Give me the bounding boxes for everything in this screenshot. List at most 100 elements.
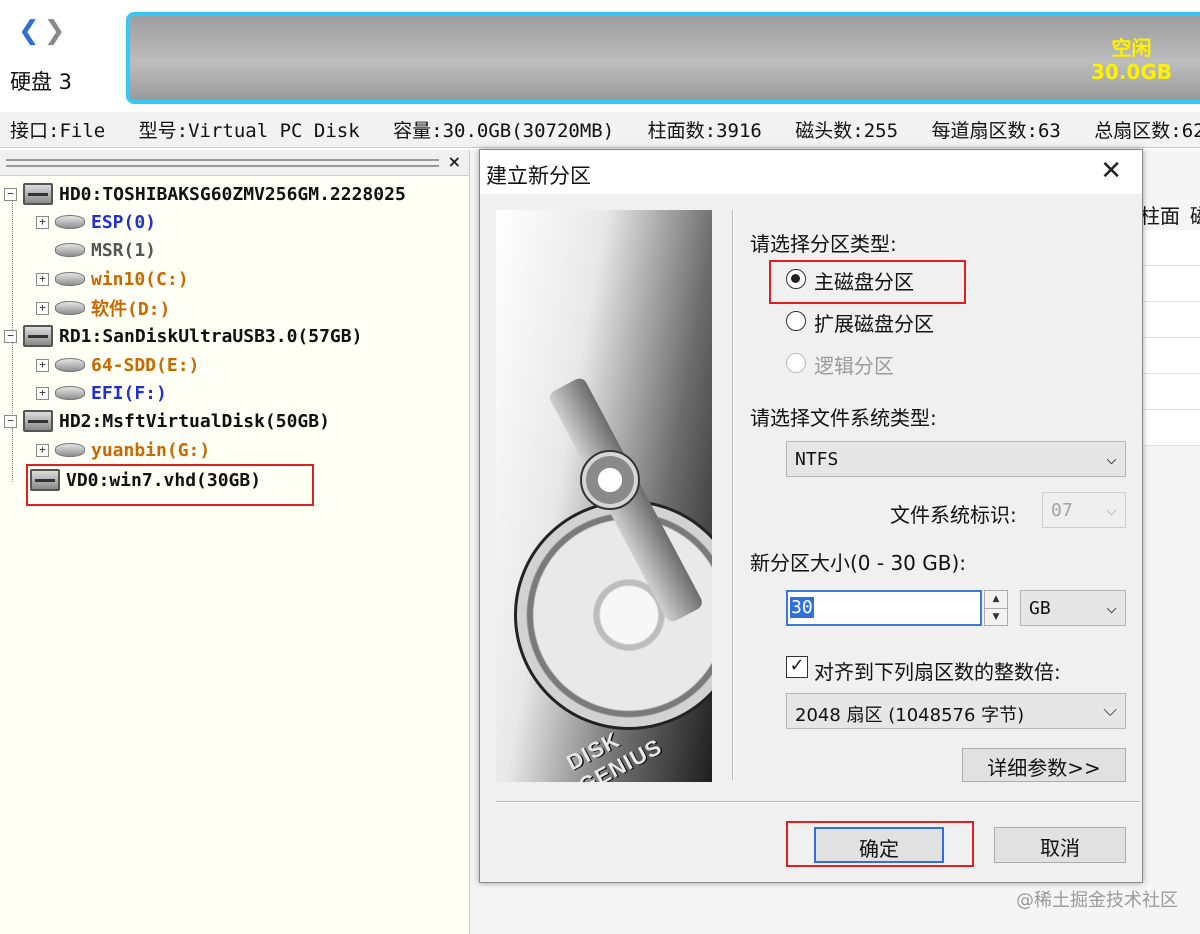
column-header-head[interactable]: 磁 xyxy=(1190,200,1200,229)
tree-node-d[interactable]: + 软件(D:) xyxy=(36,294,170,322)
info-capacity: 容量:30.0GB(30720MB) xyxy=(393,120,615,142)
expand-icon[interactable]: + xyxy=(36,358,49,372)
spin-up-icon[interactable]: ▲ xyxy=(985,591,1007,608)
free-space-text: 空闲 30.0GB xyxy=(1091,36,1172,84)
disk-map-bar: ❮❯ 硬盘 3 空闲 30.0GB xyxy=(0,0,1200,112)
align-label[interactable]: 对齐到下列扇区数的整数倍: xyxy=(814,656,1061,685)
tree-node-label: win10(C:) xyxy=(91,268,189,290)
forward-arrow-icon[interactable]: ❯ xyxy=(44,16,70,46)
filesystem-id-select: 07 ⌵ xyxy=(1042,492,1126,528)
logical-partition-label: 逻辑分区 xyxy=(814,354,894,378)
partition-icon xyxy=(55,272,85,286)
spin-down-icon[interactable]: ▼ xyxy=(985,608,1007,626)
partition-icon xyxy=(55,301,85,315)
info-model: 型号:Virtual PC Disk xyxy=(138,120,360,142)
tree-node-label: yuanbin(G:) xyxy=(91,439,211,461)
dialog-title: 建立新分区 xyxy=(486,164,591,188)
free-space-block[interactable]: 空闲 30.0GB xyxy=(126,12,1200,104)
hard-disk-icon xyxy=(23,410,53,432)
partition-icon xyxy=(55,443,85,457)
chevron-down-icon: ⌵ xyxy=(1106,448,1117,469)
chevron-down-icon: ⌵ xyxy=(1106,597,1117,618)
expand-icon[interactable]: + xyxy=(36,215,49,229)
tree-node-f[interactable]: + EFI(F:) xyxy=(36,379,167,407)
filesystem-type-prompt: 请选择文件系统类型: xyxy=(750,406,937,430)
chevron-down-icon: ⌵ xyxy=(1103,700,1117,721)
align-sectors-value: 2048 扇区 (1048576 字节) xyxy=(795,705,1025,726)
filesystem-id-label: 文件系统标识: xyxy=(890,503,1017,527)
tree-node-esp[interactable]: + ESP(0) xyxy=(36,208,156,236)
tree-node-label: EFI(F:) xyxy=(91,382,167,404)
panel-grip[interactable] xyxy=(6,159,439,167)
collapse-icon[interactable]: − xyxy=(4,414,17,428)
tree-node-label: HD0:TOSHIBAKSG60ZMV256GM.2228025 xyxy=(59,183,406,205)
free-label: 空闲 xyxy=(1111,36,1152,60)
divider xyxy=(732,210,734,780)
divider xyxy=(496,801,1140,803)
tree-node-label: RD1:SanDiskUltraUSB3.0(57GB) xyxy=(59,325,363,347)
size-unit-value: GB xyxy=(1029,598,1051,619)
back-arrow-icon[interactable]: ❮ xyxy=(18,16,44,46)
tree-node-g[interactable]: + yuanbin(G:) xyxy=(36,436,210,464)
tree-node-label: 软件(D:) xyxy=(91,299,171,320)
extended-partition-label[interactable]: 扩展磁盘分区 xyxy=(814,308,934,337)
partition-icon xyxy=(55,215,85,229)
info-interface: 接口:File xyxy=(10,120,106,142)
align-checkbox[interactable]: ✓ xyxy=(786,656,808,678)
tree-line xyxy=(12,200,13,330)
filesystem-value: NTFS xyxy=(795,449,839,470)
expand-icon[interactable]: + xyxy=(36,386,49,400)
hard-disk-icon xyxy=(23,183,53,205)
logical-partition-radio xyxy=(786,353,806,373)
primary-highlight-box xyxy=(769,260,966,304)
tree-node-hd2[interactable]: − HD2:MsftVirtualDisk(50GB) xyxy=(4,407,330,435)
usb-disk-icon xyxy=(23,325,53,347)
size-unit-select[interactable]: GB ⌵ xyxy=(1020,590,1126,626)
size-spinner[interactable]: ▲ ▼ xyxy=(984,590,1008,626)
info-cylinders: 柱面数:3916 xyxy=(647,120,762,142)
collapse-icon[interactable]: − xyxy=(4,329,17,343)
partition-size-input[interactable]: 30 xyxy=(786,590,982,626)
vd0-highlight-box xyxy=(26,464,314,506)
tree-node-msr[interactable]: MSR(1) xyxy=(55,236,156,264)
partition-icon xyxy=(55,243,85,257)
close-icon[interactable]: ✕ xyxy=(1100,156,1122,186)
cancel-button[interactable]: 取消 xyxy=(994,827,1126,863)
free-size: 30.0GB xyxy=(1090,60,1172,84)
advanced-params-button[interactable]: 详细参数>> xyxy=(962,748,1126,782)
info-total-sectors: 总扇区数:6291456 xyxy=(1094,120,1200,142)
expand-icon[interactable]: + xyxy=(36,443,49,457)
chevron-down-icon: ⌵ xyxy=(1106,499,1117,520)
disk-genius-illustration: DISK GENIUS xyxy=(496,210,712,782)
dialog-titlebar: 建立新分区 ✕ xyxy=(480,150,1142,194)
extended-partition-radio[interactable] xyxy=(786,311,806,331)
tree-node-label: MSR(1) xyxy=(91,239,157,261)
tree-node-hd0[interactable]: − HD0:TOSHIBAKSG60ZMV256GM.2228025 xyxy=(4,180,406,208)
partition-size-value: 30 xyxy=(790,597,814,618)
tree-node-c[interactable]: + win10(C:) xyxy=(36,265,189,293)
new-partition-dialog: 建立新分区 ✕ DISK GENIUS 请选择分区类型: 主磁盘分区 扩展磁盘分… xyxy=(479,149,1143,883)
nav-arrows: ❮❯ xyxy=(18,18,70,44)
tree-node-e[interactable]: + 64-SDD(E:) xyxy=(36,351,199,379)
align-sectors-select[interactable]: 2048 扇区 (1048576 字节) ⌵ xyxy=(786,693,1126,729)
tree-node-rd1[interactable]: − RD1:SanDiskUltraUSB3.0(57GB) xyxy=(4,322,362,350)
partition-icon xyxy=(55,358,85,372)
partition-type-prompt: 请选择分区类型: xyxy=(750,232,897,256)
column-header-cylinder[interactable]: 柱面 xyxy=(1140,200,1180,229)
tree-node-label: HD2:MsftVirtualDisk(50GB) xyxy=(59,410,330,432)
tree-node-label: 64-SDD(E:) xyxy=(91,354,200,376)
tree-node-label: ESP(0) xyxy=(91,211,157,233)
expand-icon[interactable]: + xyxy=(36,301,49,315)
tree-line xyxy=(12,428,13,482)
partition-size-label: 新分区大小(0 - 30 GB): xyxy=(750,551,967,575)
ok-highlight-box xyxy=(786,821,974,867)
watermark-text: @稀土掘金技术社区 xyxy=(1016,890,1178,911)
disk-label: 硬盘 3 xyxy=(10,70,73,94)
filesystem-select[interactable]: NTFS ⌵ xyxy=(786,441,1126,477)
expand-icon[interactable]: + xyxy=(36,272,49,286)
filesystem-id-value: 07 xyxy=(1051,500,1073,521)
collapse-icon[interactable]: − xyxy=(4,187,17,201)
panel-close-icon[interactable]: × xyxy=(448,152,461,171)
disk-hub-graphic xyxy=(580,450,640,510)
partition-icon xyxy=(55,386,85,400)
